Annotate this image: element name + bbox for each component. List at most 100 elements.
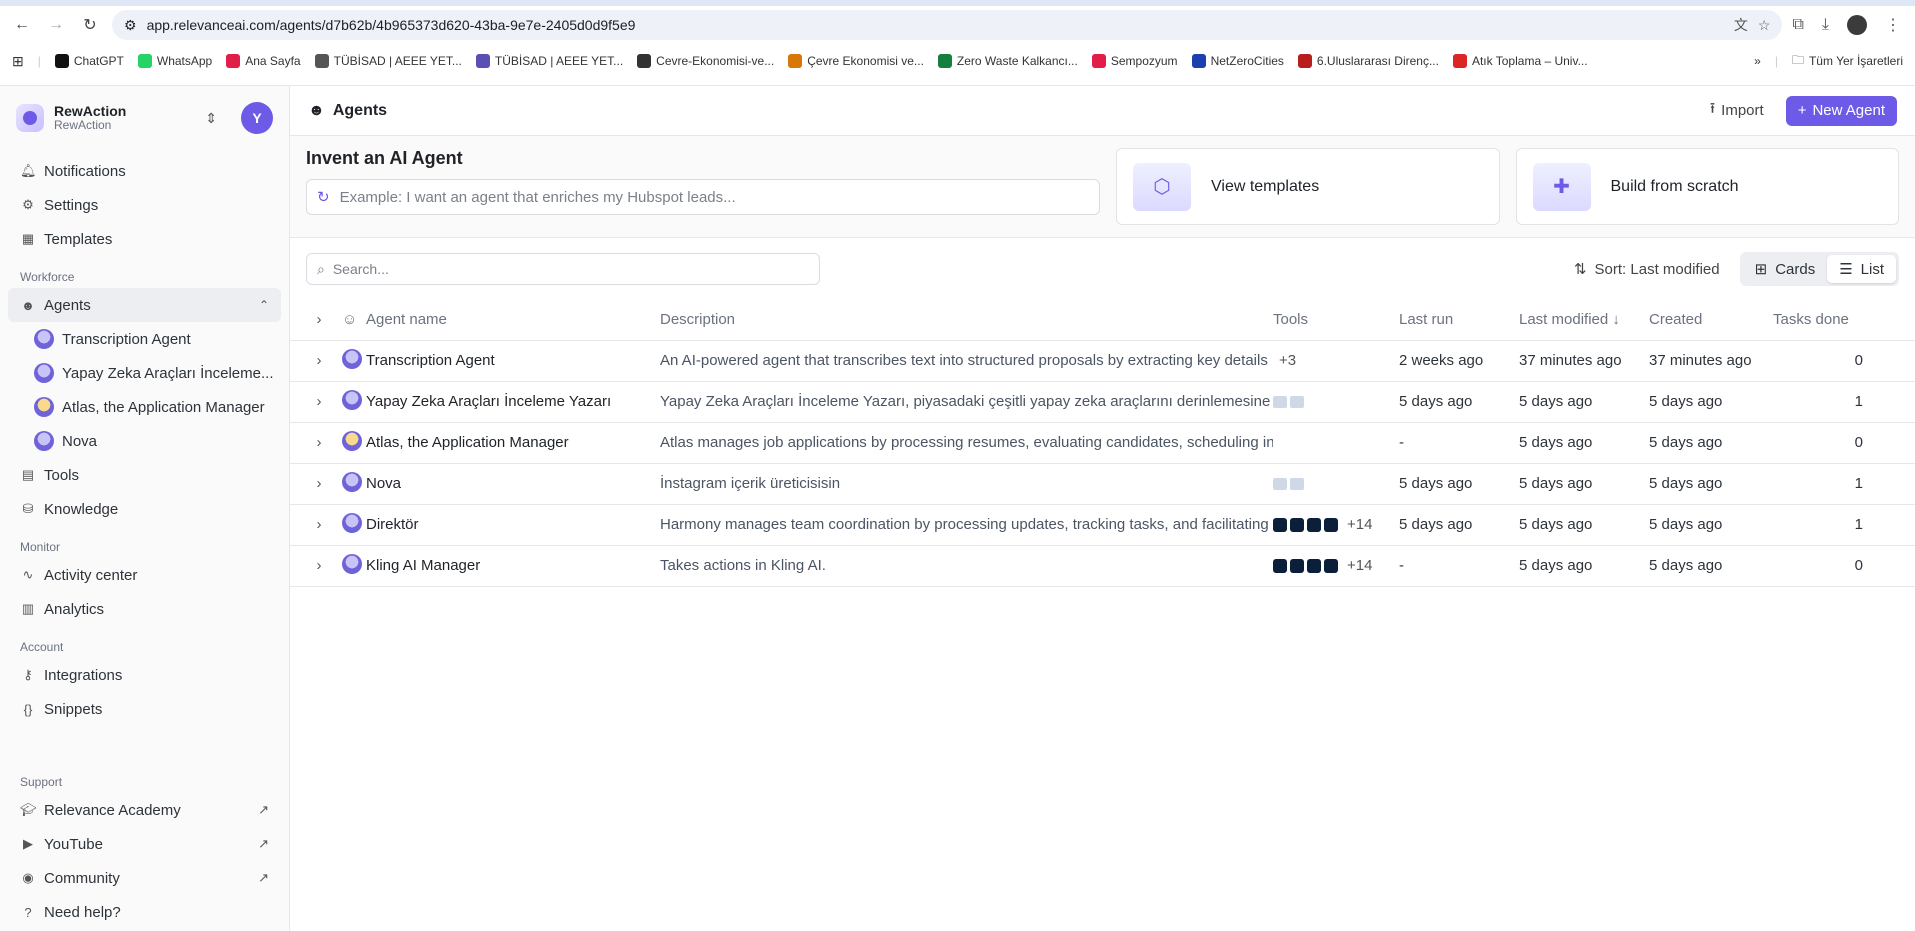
view-templates-card[interactable]: ⬡ View templates bbox=[1116, 148, 1500, 225]
bookmarks-folder[interactable]: 🗀 Tüm Yer İşaretleri bbox=[1792, 51, 1903, 72]
agent-name-cell[interactable]: Transcription Agent bbox=[366, 340, 660, 382]
agent-name-cell[interactable]: Nova bbox=[366, 463, 660, 505]
reload-icon[interactable]: ↻ bbox=[78, 13, 102, 37]
apps-icon[interactable]: ⊞ bbox=[12, 53, 24, 70]
table-row[interactable]: › Transcription Agent An AI-powered agent … bbox=[290, 340, 1915, 382]
sidebar-item-community[interactable]: ◉ Community ↗ bbox=[8, 861, 281, 895]
sidebar-agent-item[interactable]: Nova bbox=[8, 424, 281, 458]
expand-row-icon[interactable]: › bbox=[290, 545, 332, 587]
build-from-scratch-card[interactable]: ✚ Build from scratch bbox=[1515, 148, 1899, 225]
discord-icon: ◉ bbox=[22, 870, 34, 885]
sidebar-item-activity[interactable]: ∿ Activity center bbox=[8, 558, 281, 592]
tool-icon bbox=[1307, 517, 1321, 532]
expand-row-icon[interactable]: › bbox=[290, 504, 332, 546]
sidebar-item-integrations[interactable]: ⚷ Integrations bbox=[8, 658, 281, 692]
col-header-tasks[interactable]: Tasks done bbox=[1773, 300, 1915, 341]
agent-name-cell[interactable]: Direktör bbox=[366, 504, 660, 546]
invent-prompt-input[interactable]: ↻ Example: I want an agent that enriches … bbox=[306, 179, 1100, 215]
sidebar-item-settings[interactable]: ⚙ Settings bbox=[8, 188, 281, 222]
org-switcher[interactable]: RewAction RewAction ⇕ Y bbox=[8, 96, 281, 140]
import-button[interactable]: ⭱ Import bbox=[1702, 92, 1772, 129]
sidebar: RewAction RewAction ⇕ Y 🔔︎ Notifications … bbox=[0, 86, 290, 931]
sidebar-item-templates[interactable]: ▦ Templates bbox=[8, 222, 281, 256]
sidebar-item-label: Relevance Academy bbox=[44, 801, 181, 819]
col-header-created[interactable]: Created bbox=[1649, 300, 1773, 341]
download-icon[interactable]: ⤓ bbox=[1822, 16, 1829, 34]
agent-name-cell[interactable]: Atlas, the Application Manager bbox=[366, 422, 660, 464]
bookmark-item[interactable]: TÜBİSAD | AEEE YET... bbox=[475, 54, 623, 68]
star-icon[interactable]: ☆ bbox=[1758, 17, 1771, 34]
bookmark-item[interactable]: Cevre-Ekonomisi-ve... bbox=[637, 54, 774, 68]
bookmark-item[interactable]: NetZeroCities bbox=[1191, 54, 1284, 68]
forward-icon[interactable]: → bbox=[44, 13, 68, 37]
sidebar-item-help[interactable]: ? Need help? bbox=[8, 895, 281, 929]
sidebar-agent-item[interactable]: Yapay Zeka Araçları İnceleme... bbox=[8, 356, 281, 390]
table-row[interactable]: › Kling AI Manager Takes actions in Kling … bbox=[290, 545, 1915, 587]
back-icon[interactable]: ← bbox=[10, 13, 34, 37]
col-header-name[interactable]: Agent name bbox=[366, 300, 660, 341]
tools-extra-count: +14 bbox=[1347, 516, 1373, 533]
sidebar-item-academy[interactable]: 🎓︎ Relevance Academy ↗ bbox=[8, 793, 281, 827]
expand-row-icon[interactable]: › bbox=[290, 422, 332, 464]
extensions-icon[interactable]: ⧉ bbox=[1792, 16, 1803, 34]
bookmark-item[interactable]: Ana Sayfa bbox=[226, 54, 301, 68]
sidebar-item-notifications[interactable]: 🔔︎ Notifications bbox=[8, 154, 281, 188]
table-header-row: › ☺ Agent name Description Tools Last ru… bbox=[290, 300, 1915, 341]
sidebar-agent-label: Nova bbox=[62, 432, 98, 450]
expand-all-icon[interactable]: › bbox=[290, 300, 332, 341]
more-bookmarks-icon[interactable]: » bbox=[1754, 54, 1761, 68]
browser-profile-avatar[interactable] bbox=[1847, 15, 1867, 35]
sidebar-agent-label: Atlas, the Application Manager bbox=[62, 398, 265, 416]
table-row[interactable]: › Direktör Harmony manages team coordinati… bbox=[290, 504, 1915, 546]
bookmark-favicon-icon bbox=[637, 54, 652, 68]
expand-row-icon[interactable]: › bbox=[290, 463, 332, 505]
last-run-cell: 2 weeks ago bbox=[1399, 340, 1519, 382]
sidebar-agent-item[interactable]: Transcription Agent bbox=[8, 322, 281, 356]
bookmark-item[interactable]: Zero Waste Kalkancı... bbox=[937, 54, 1078, 68]
tool-icon bbox=[1273, 395, 1287, 408]
table-row[interactable]: › Atlas, the Application Manager Atlas man… bbox=[290, 422, 1915, 464]
sidebar-item-agents[interactable]: ☻ Agents ⌃ bbox=[8, 288, 281, 322]
list-view-button[interactable]: ☰ List bbox=[1827, 255, 1896, 283]
sidebar-item-knowledge[interactable]: ⛁ Knowledge bbox=[8, 492, 281, 526]
bookmark-item[interactable]: Çevre Ekonomisi ve... bbox=[788, 54, 924, 68]
bookmark-item[interactable]: 6.Uluslararası Direnç... bbox=[1297, 54, 1439, 68]
col-header-last-run[interactable]: Last run bbox=[1399, 300, 1519, 341]
bookmark-item[interactable]: Atık Toplama – Univ... bbox=[1452, 54, 1588, 68]
bookmark-label: Çevre Ekonomisi ve... bbox=[807, 54, 924, 68]
address-bar[interactable]: ⚙ app.relevanceai.com/agents/d7b62b/4b96… bbox=[112, 10, 1783, 40]
graduation-cap-icon: 🎓︎ bbox=[20, 802, 37, 817]
agent-name-cell[interactable]: Yapay Zeka Araçları İnceleme Yazarı bbox=[366, 381, 660, 423]
sidebar-item-tools[interactable]: ▤ Tools bbox=[8, 458, 281, 492]
sidebar-agent-item[interactable]: Atlas, the Application Manager bbox=[8, 390, 281, 424]
menu-icon[interactable]: ⋮ bbox=[1885, 15, 1901, 35]
expand-row-icon[interactable]: › bbox=[290, 381, 332, 423]
sidebar-item-analytics[interactable]: ▥ Analytics bbox=[8, 592, 281, 626]
user-avatar[interactable]: Y bbox=[241, 102, 273, 134]
cards-view-button[interactable]: ⊞ Cards bbox=[1743, 255, 1828, 283]
col-header-description[interactable]: Description bbox=[660, 300, 1273, 341]
bookmark-item[interactable]: TÜBİSAD | AEEE YET... bbox=[314, 54, 462, 68]
sidebar-item-youtube[interactable]: ▶ YouTube ↗ bbox=[8, 827, 281, 861]
translate-icon[interactable]: 文 bbox=[1734, 15, 1748, 35]
sidebar-item-snippets[interactable]: {} Snippets bbox=[8, 692, 281, 726]
expand-row-icon[interactable]: › bbox=[290, 340, 332, 382]
chevron-up-icon[interactable]: ⌃ bbox=[259, 298, 269, 312]
search-input[interactable]: ⌕ Search... bbox=[306, 253, 820, 285]
agent-name-cell[interactable]: Kling AI Manager bbox=[366, 545, 660, 587]
site-info-icon[interactable]: ⚙ bbox=[124, 17, 137, 34]
sort-button[interactable]: ⇅ Sort: Last modified bbox=[1574, 260, 1720, 279]
bookmark-label: 6.Uluslararası Direnç... bbox=[1316, 54, 1439, 68]
switch-org-icon[interactable]: ⇕ bbox=[205, 110, 217, 127]
table-row[interactable]: › Yapay Zeka Araçları İnceleme Yazarı Yapa… bbox=[290, 381, 1915, 423]
agent-description-cell: Harmony manages team coordination by pro… bbox=[660, 504, 1273, 546]
table-row[interactable]: › Nova İnstagram içerik üreticisisin 5 days… bbox=[290, 463, 1915, 505]
bookmark-item[interactable]: ChatGPT bbox=[54, 54, 124, 68]
url-text[interactable]: app.relevanceai.com/agents/d7b62b/4b9653… bbox=[147, 17, 636, 33]
bookmark-item[interactable]: Sempozyum bbox=[1091, 54, 1178, 68]
bookmark-item[interactable]: WhatsApp bbox=[137, 54, 212, 68]
new-agent-button[interactable]: + New Agent bbox=[1785, 95, 1897, 126]
col-header-last-modified[interactable]: Last modified ↓ bbox=[1519, 300, 1649, 341]
col-header-tools[interactable]: Tools bbox=[1273, 300, 1399, 341]
bookmark-favicon-icon bbox=[226, 54, 241, 68]
